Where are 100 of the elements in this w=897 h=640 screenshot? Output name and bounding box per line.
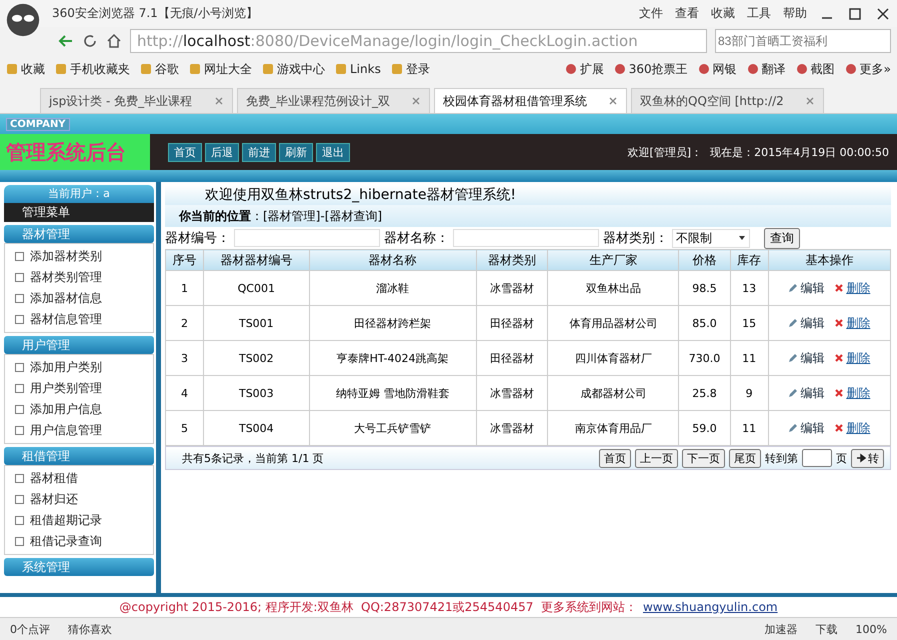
delete-link[interactable]: 删除: [834, 420, 870, 436]
menu-item[interactable]: 工具: [747, 5, 771, 22]
edit-link[interactable]: 编辑: [788, 350, 824, 366]
home-icon[interactable]: [106, 32, 122, 48]
toolbar-item[interactable]: 翻译: [746, 60, 786, 78]
status-item[interactable]: 猜你喜欢: [68, 622, 112, 636]
close-icon[interactable]: [875, 6, 891, 22]
maximize-icon[interactable]: [847, 6, 863, 22]
nav-button[interactable]: 后退: [205, 142, 239, 162]
menu-item[interactable]: 器材信息管理: [5, 309, 153, 330]
table-cell: 冰雪器材: [476, 270, 548, 306]
bookmark-item[interactable]: Links: [335, 62, 381, 76]
page-input[interactable]: [802, 449, 832, 467]
status-item[interactable]: 加速器: [764, 622, 798, 636]
bookmark-item[interactable]: 手机收藏夹: [55, 60, 130, 78]
bookmark-item[interactable]: 游戏中心: [262, 60, 325, 78]
edit-link[interactable]: 编辑: [788, 384, 824, 402]
table-cell: 25.8: [678, 376, 730, 410]
menu-item[interactable]: 文件: [639, 5, 663, 22]
browser-tab[interactable]: 双鱼林的QQ空间 [http://2: [631, 88, 824, 113]
reload-icon[interactable]: [82, 32, 98, 48]
menu-item[interactable]: 器材类别管理: [5, 267, 153, 288]
pencil-icon: [788, 318, 798, 328]
caret-icon: [738, 234, 746, 242]
bookmark-item[interactable]: 谷歌: [140, 60, 179, 78]
search-field[interactable]: 83部门首晒工资福利: [715, 28, 891, 52]
table-cell: 纳特亚姆 雪地防滑鞋套: [309, 376, 476, 410]
location-bar: 你当前的位置：[器材管理]-[器材查询]: [165, 205, 891, 227]
edit-link[interactable]: 编辑: [788, 420, 824, 436]
menu-item[interactable]: 添加用户类别: [5, 357, 153, 378]
welcome-banner: 欢迎使用双鱼林struts2_hibernate器材管理系统!: [165, 185, 891, 205]
record-summary: 共有5条记录，当前第 1/1 页: [182, 450, 324, 466]
cross-icon: [834, 283, 844, 293]
table-cell: 730.0: [678, 340, 730, 376]
toolbar-item[interactable]: 网银: [698, 60, 737, 78]
menu-item[interactable]: 查看: [675, 5, 699, 22]
edit-link[interactable]: 编辑: [788, 314, 824, 332]
menu-item[interactable]: 添加器材类别: [5, 246, 153, 267]
column-header: 器材类别: [476, 250, 548, 270]
menu-item[interactable]: 添加器材信息: [5, 288, 153, 309]
nav-button[interactable]: 退出: [316, 142, 350, 162]
table-cell: 4: [166, 376, 204, 410]
menu-item[interactable]: 用户信息管理: [5, 420, 153, 441]
cross-icon: [834, 353, 844, 363]
bookmark-item[interactable]: 登录: [390, 60, 430, 78]
nav-button[interactable]: 前进: [242, 142, 276, 162]
page-button[interactable]: 首页: [599, 448, 631, 468]
column-header: 生产厂家: [548, 250, 679, 270]
delete-link[interactable]: 删除: [834, 314, 870, 332]
page-unit-label: 页: [836, 450, 847, 466]
nav-button[interactable]: 刷新: [279, 142, 313, 162]
menu-item[interactable]: 租借记录查询: [5, 531, 153, 552]
pencil-icon: [788, 388, 798, 398]
page-button[interactable]: 上一页: [635, 448, 678, 468]
bookmark-item[interactable]: 网址大全: [189, 60, 252, 78]
delete-link[interactable]: 删除: [834, 280, 870, 296]
status-item[interactable]: 下载: [816, 622, 838, 636]
menu-item[interactable]: 添加用户信息: [5, 399, 153, 420]
pencil-icon: [788, 423, 798, 433]
browser-tab[interactable]: 校园体育器材租借管理系统: [434, 88, 627, 113]
bookmark-item[interactable]: 收藏: [6, 60, 45, 78]
browser-tab[interactable]: jsp设计类 - 免费_毕业课程: [40, 88, 233, 113]
system-title: 管理系统后台: [0, 134, 150, 170]
input-field[interactable]: [453, 229, 599, 247]
table-cell: 成都器材公司: [548, 376, 679, 410]
goto-label: 转到第: [765, 450, 798, 466]
table-cell: 15: [730, 306, 768, 340]
website-link[interactable]: www.shuangyulin.com: [642, 600, 778, 614]
delete-link[interactable]: 删除: [834, 384, 870, 402]
menu-item[interactable]: 收藏: [711, 5, 735, 22]
toolbar-item[interactable]: 更多»: [844, 60, 891, 78]
nav-button[interactable]: 首页: [168, 142, 202, 162]
page-button[interactable]: 下一页: [682, 448, 725, 468]
edit-link[interactable]: 编辑: [788, 280, 824, 296]
search-button[interactable]: 查询: [764, 228, 800, 248]
toolbar-item[interactable]: 360抢票王: [614, 60, 688, 78]
menu-item[interactable]: 用户类别管理: [5, 378, 153, 399]
menu-item[interactable]: 租借超期记录: [5, 510, 153, 531]
table-cell: 田径器材跨栏架: [309, 306, 476, 340]
toolbar-item[interactable]: 扩展: [564, 60, 604, 78]
input-field[interactable]: [234, 229, 380, 247]
category-dropdown[interactable]: 不限制: [672, 228, 750, 248]
toolbar-item[interactable]: 截图: [796, 60, 835, 78]
back-icon[interactable]: [58, 32, 74, 48]
page-button[interactable]: 尾页: [729, 448, 761, 468]
delete-link[interactable]: 删除: [834, 350, 870, 366]
table-cell: 冰雪器材: [476, 376, 548, 410]
table-cell: 1: [166, 270, 204, 306]
table-cell: 双鱼林出品: [548, 270, 679, 306]
column-header: 器材名称: [309, 250, 476, 270]
copyright-text: @copyright 2015-2016; 程序开发:双鱼林 QQ:287307421或254540457 更多系统到网站：: [119, 598, 637, 616]
menu-item[interactable]: 器材归还: [5, 489, 153, 510]
status-item[interactable]: 0个点评: [10, 622, 50, 636]
status-item[interactable]: 100%: [856, 622, 887, 636]
menu-item[interactable]: 器材租借: [5, 468, 153, 489]
menu-item[interactable]: 帮助: [783, 5, 807, 22]
company-label: COMPANY: [6, 118, 70, 130]
address-field[interactable]: http://localhost:8080/DeviceManage/login/login_CheckLogin.action: [130, 28, 707, 52]
go-button[interactable]: 转: [851, 448, 884, 468]
browser-tab[interactable]: 免费_毕业课程范例设计_双: [237, 88, 430, 113]
